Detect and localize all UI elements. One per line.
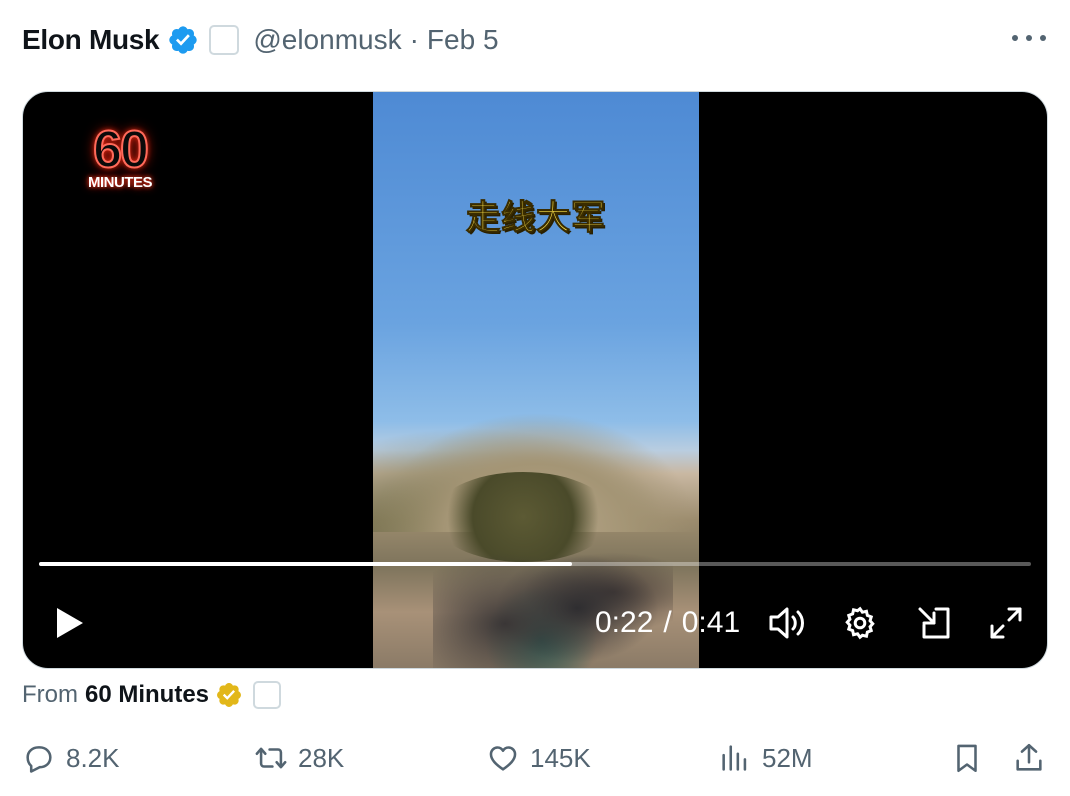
tweet-header: Elon Musk @elonmusk · Feb 5 (22, 20, 1048, 60)
media-source: From 60 Minutes (22, 679, 282, 711)
logo-number: 60 (92, 121, 150, 179)
fullscreen-button[interactable] (983, 598, 1029, 648)
separator-dot: · (409, 24, 419, 55)
logo-word: MINUTES (88, 174, 153, 191)
reply-button[interactable]: 8.2K (22, 736, 120, 780)
video-controls: 0:22 / 0:41 (23, 598, 1047, 648)
like-button[interactable]: 145K (486, 736, 591, 780)
bookmark-icon (957, 744, 977, 773)
duration: 0:41 (681, 606, 741, 639)
play-icon (57, 608, 83, 638)
gold-verified-badge-icon (217, 683, 241, 707)
progress-fill (39, 562, 572, 566)
share-button[interactable] (1012, 736, 1046, 780)
tweet-date[interactable]: Feb 5 (427, 24, 499, 56)
play-button[interactable] (47, 598, 91, 648)
share-icon (1016, 743, 1042, 771)
verified-badge-icon[interactable] (167, 24, 199, 56)
analytics-icon (722, 745, 747, 771)
video-caption: 走线大军 (466, 198, 606, 239)
progress-bar[interactable] (39, 562, 1031, 566)
video-player[interactable]: 60 MINUTES 走线大军 0:22 / 0:41 (22, 91, 1048, 669)
current-time: 0:22 (595, 606, 654, 639)
repost-icon (255, 747, 287, 769)
author-handle[interactable]: @elonmusk (253, 24, 401, 56)
from-prefix: From (22, 681, 78, 708)
more-options-icon[interactable] (1012, 26, 1046, 50)
repost-count: 28K (298, 742, 345, 773)
affiliate-badge-icon (209, 25, 240, 55)
reply-icon (26, 746, 52, 773)
author-name[interactable]: Elon Musk (22, 24, 160, 56)
settings-button[interactable] (837, 598, 883, 648)
bookmark-button[interactable] (950, 736, 984, 780)
repost-button[interactable]: 28K (254, 736, 344, 780)
picture-in-picture-button[interactable] (911, 598, 957, 648)
fullscreen-icon (990, 607, 1022, 639)
view-count: 52M (762, 742, 813, 773)
reply-count: 8.2K (66, 742, 120, 773)
source-name[interactable]: 60 Minutes (85, 681, 209, 709)
video-frame: 走线大军 (373, 92, 699, 668)
sixty-minutes-logo: 60 MINUTES (69, 121, 171, 191)
like-count: 145K (530, 742, 591, 773)
time-display: 0:22 / 0:41 (595, 598, 740, 648)
volume-button[interactable] (765, 598, 811, 648)
time-separator: / (663, 606, 672, 639)
gear-icon (845, 606, 875, 640)
affiliate-badge-icon (253, 681, 282, 709)
volume-icon (769, 607, 804, 639)
action-bar: 8.2K 28K 145K 52M (22, 736, 1048, 780)
views-button[interactable]: 52M (718, 736, 813, 780)
pip-icon (918, 607, 950, 639)
heart-icon (489, 746, 517, 771)
